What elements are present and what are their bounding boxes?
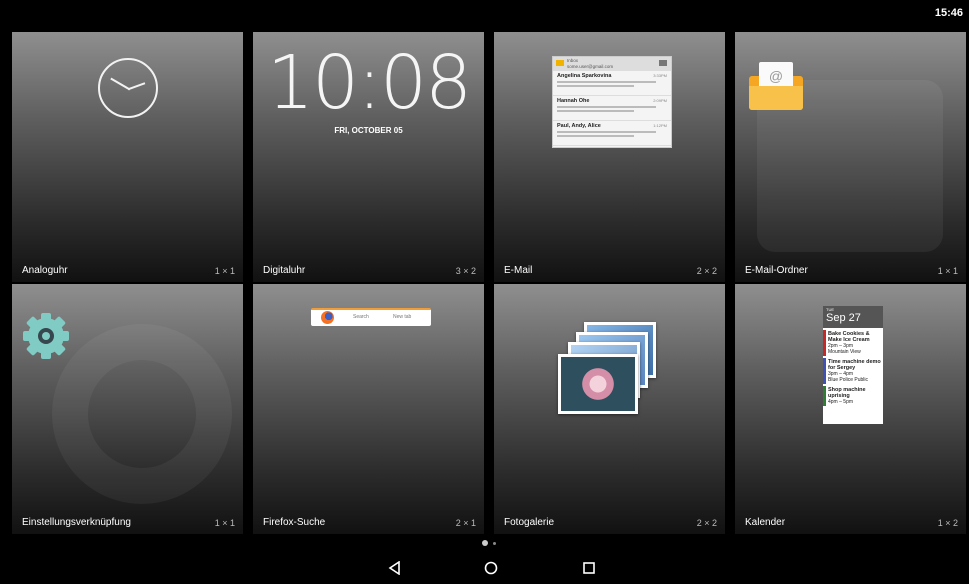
envelope-icon: [556, 60, 564, 66]
widget-digital-clock[interactable]: 10:08 FRI, OCTOBER 05 Digitaluhr 3 × 2: [253, 32, 484, 282]
calendar-event: Bake Cookies & Make Ice Cream 2pm – 3pm …: [823, 330, 883, 356]
status-time: 15:46: [934, 7, 963, 19]
widget-size: 1 × 2: [937, 518, 958, 528]
settings-gear-icon: [23, 313, 69, 359]
widget-size: 2 × 2: [696, 266, 717, 276]
widget-calendar[interactable]: TUE Sep 27 Bake Cookies & Make Ice Cream…: [735, 284, 966, 534]
firefox-search-bar: Search New tab: [311, 308, 431, 326]
compose-icon: [659, 60, 667, 66]
recents-button[interactable]: [574, 557, 604, 579]
widget-firefox-search[interactable]: Search New tab Firefox-Suche 2 × 1: [253, 284, 484, 534]
widget-size: 1 × 1: [937, 266, 958, 276]
list-item: Paul, Andy, Alice 1:12PM: [553, 121, 671, 146]
back-icon: [388, 561, 400, 575]
page-dot: [493, 542, 496, 545]
widget-size: 3 × 2: [455, 266, 476, 276]
email-folder-icon: @: [749, 62, 805, 110]
widget-label: Fotogalerie: [504, 517, 555, 528]
widget-size: 2 × 2: [696, 518, 717, 528]
photo-stack-icon: [554, 322, 674, 418]
page-dot-active: [482, 540, 488, 546]
widget-label: Kalender: [745, 517, 786, 528]
digital-clock-date: FRI, OCTOBER 05: [334, 126, 403, 135]
widget-label: Digitaluhr: [263, 265, 306, 276]
email-preview-header: Inbox some.user@gmail.com: [553, 57, 671, 71]
search-label: Search: [353, 314, 369, 320]
widget-email-folder[interactable]: @ E-Mail-Ordner 1 × 1: [735, 32, 966, 282]
firefox-icon: [321, 311, 334, 324]
list-item: Angelina Sparkovina 3:33PM: [553, 71, 671, 96]
back-button[interactable]: [380, 557, 410, 579]
widget-label: Analoguhr: [22, 265, 68, 276]
widget-analog-clock[interactable]: Analoguhr 1 × 1: [12, 32, 243, 282]
widget-label: E-Mail: [504, 265, 533, 276]
digital-clock-time: 10:08: [266, 40, 472, 126]
widget-email[interactable]: Inbox some.user@gmail.com Angelina Spark…: [494, 32, 725, 282]
calendar-header: TUE Sep 27: [823, 306, 883, 328]
widget-label: Firefox-Suche: [263, 517, 326, 528]
calendar-event: Time machine demo for Sergey 3pm – 4pm B…: [823, 358, 883, 384]
recents-icon: [583, 562, 595, 574]
widget-size: 1 × 1: [214, 518, 235, 528]
home-button[interactable]: [476, 557, 506, 579]
widget-settings-shortcut[interactable]: Einstellungsverknüpfung 1 × 1: [12, 284, 243, 534]
new-tab-label: New tab: [393, 314, 412, 320]
list-item: Hannah Ohe 2:09PM: [553, 96, 671, 121]
analog-clock-icon: [98, 58, 158, 118]
email-preview: Inbox some.user@gmail.com Angelina Spark…: [552, 56, 672, 148]
widget-label: Einstellungsverknüpfung: [22, 517, 131, 528]
navigation-bar: [0, 552, 969, 584]
widget-label: E-Mail-Ordner: [745, 265, 808, 276]
calendar-event: Shop machine uprising 4pm – 5pm: [823, 386, 883, 406]
page-indicator: [482, 540, 502, 548]
home-icon: [484, 561, 498, 575]
widget-photo-gallery[interactable]: Fotogalerie 2 × 2: [494, 284, 725, 534]
calendar-preview: TUE Sep 27 Bake Cookies & Make Ice Cream…: [823, 306, 883, 424]
widget-size: 1 × 1: [214, 266, 235, 276]
gear-watermark-icon: [52, 324, 232, 504]
status-bar: 15:46: [0, 0, 969, 28]
widget-size: 2 × 1: [455, 518, 476, 528]
